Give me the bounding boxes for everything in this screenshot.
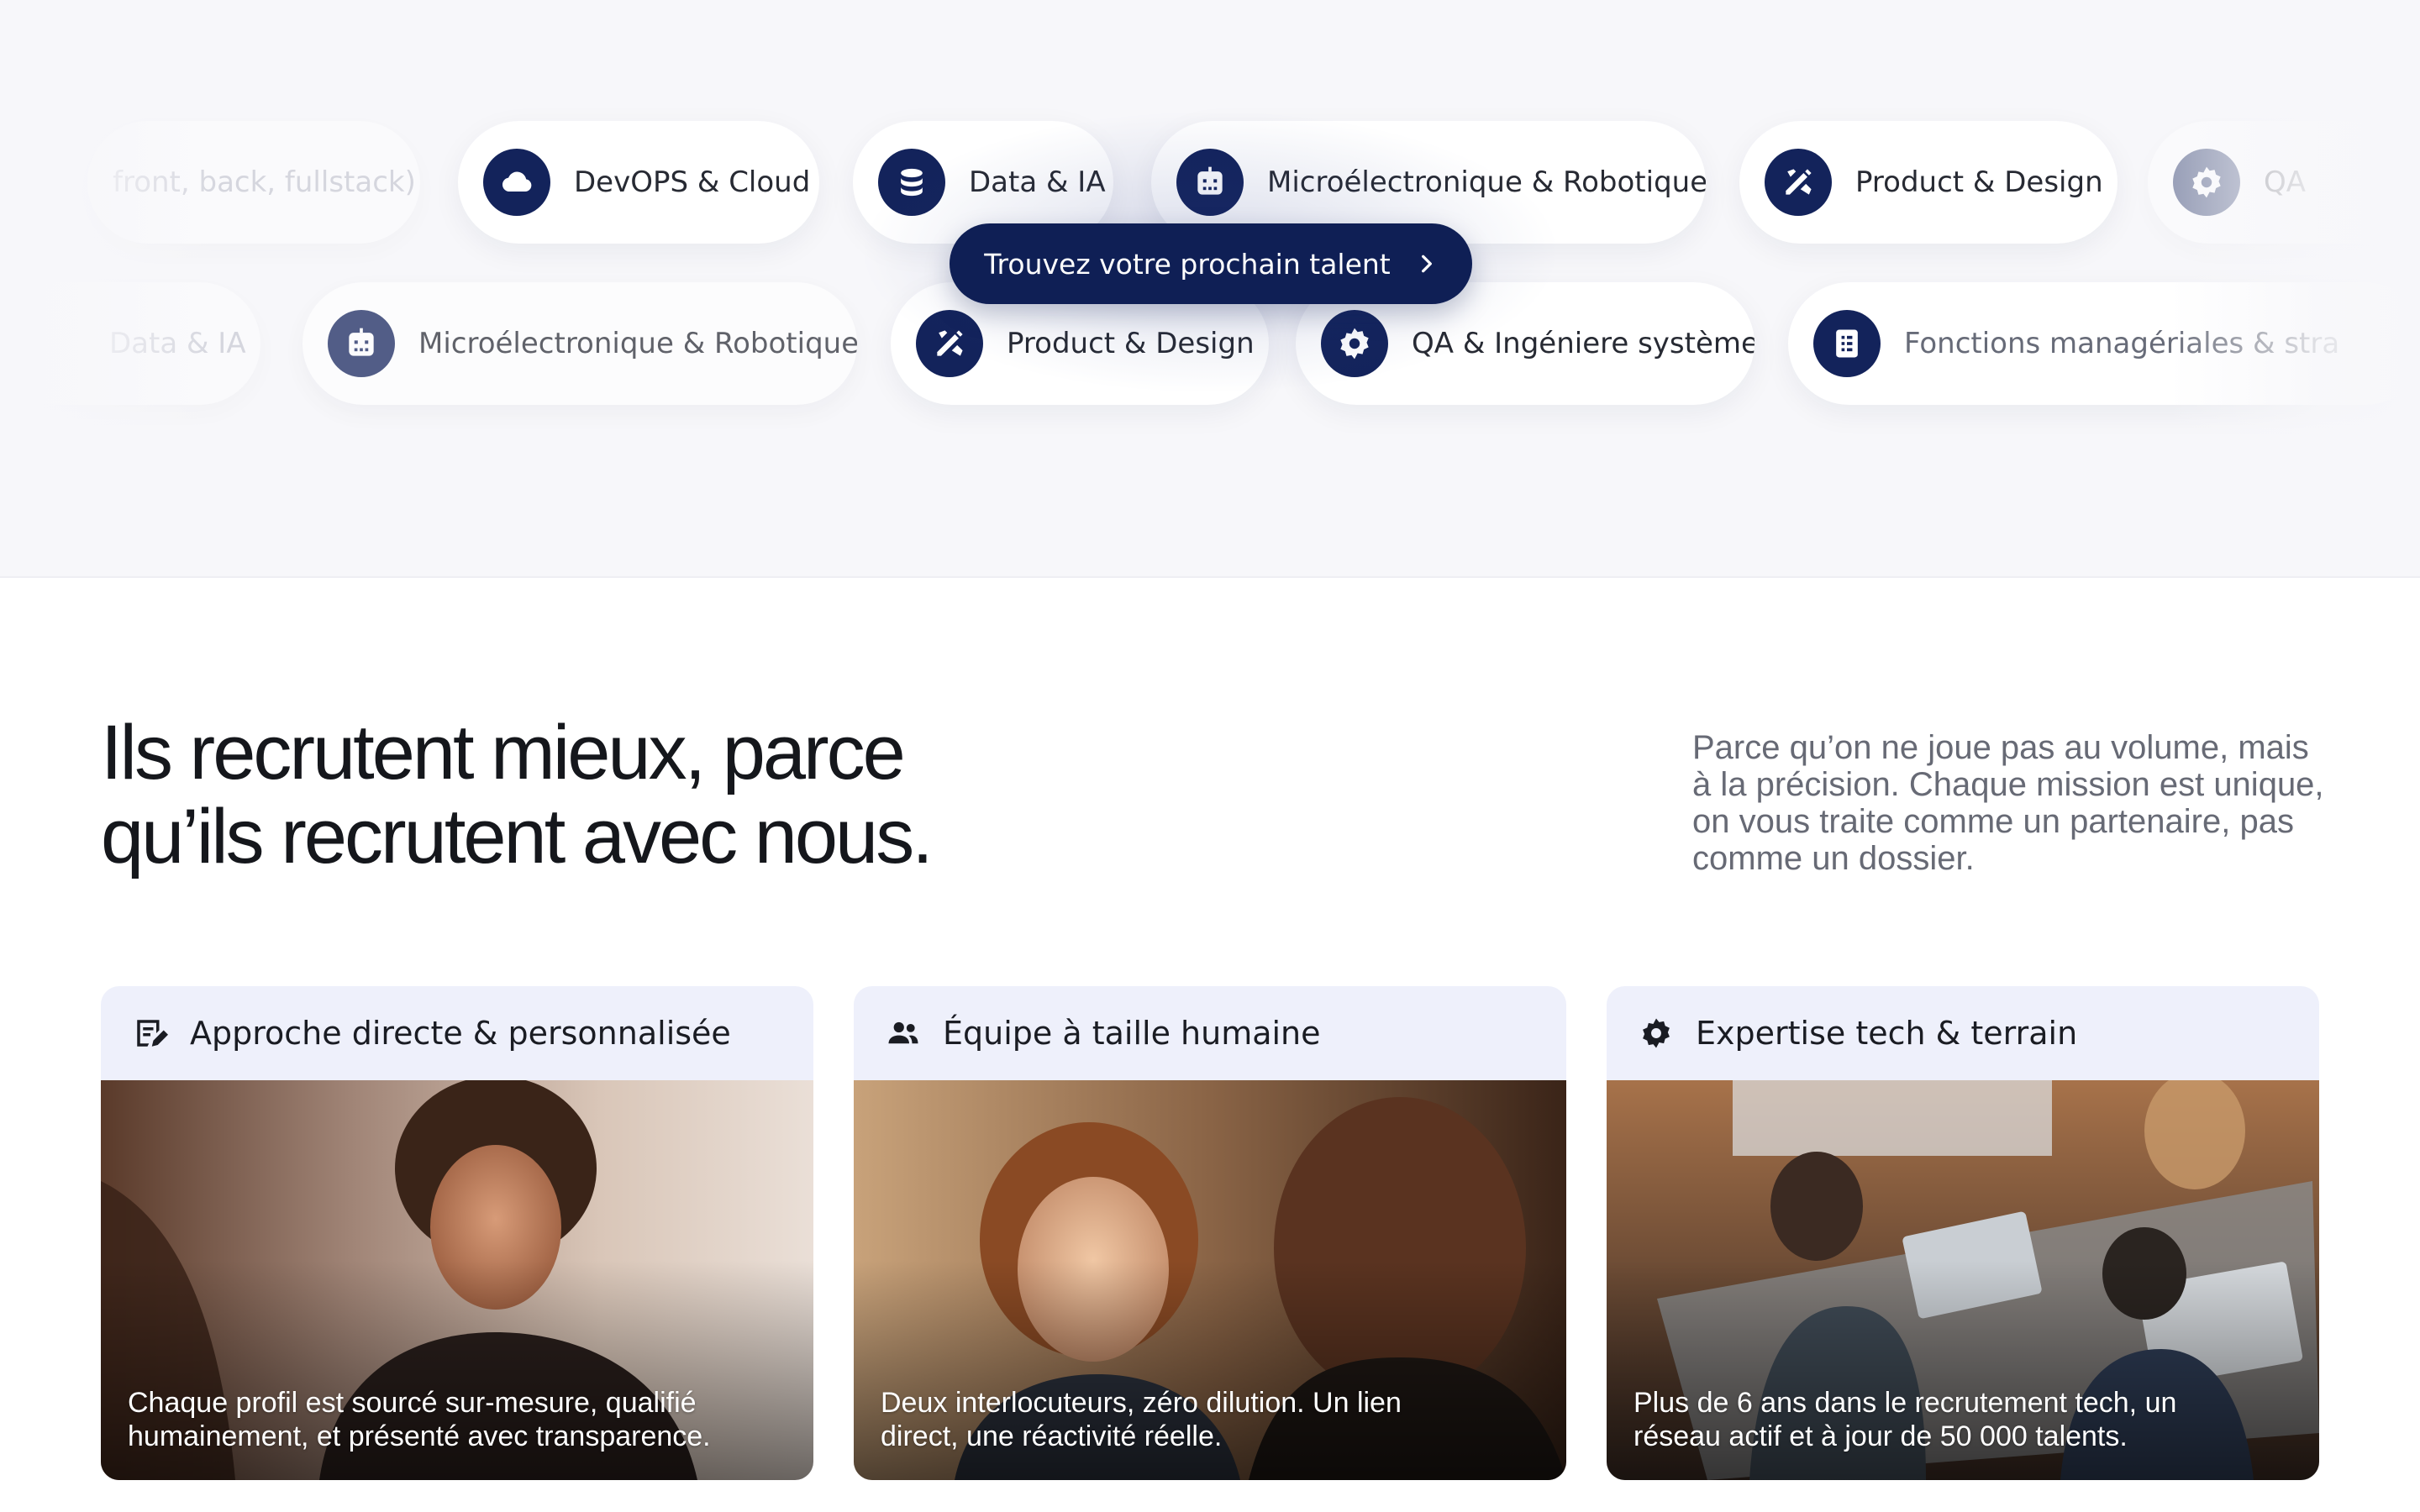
document-icon <box>1813 310 1881 377</box>
card-caption: Plus de 6 ans dans le recrutement tech, … <box>1634 1387 2177 1452</box>
people-icon <box>888 1021 918 1044</box>
card-header: Expertise tech & terrain <box>1607 986 2319 1080</box>
section-headline: Ils recrutent mieux, parce qu’ils recrut… <box>101 710 934 879</box>
chip-label: front, back, fullstack) <box>113 165 416 199</box>
feature-card-approche: Approche directe & personnalisée Chaque … <box>101 986 813 1480</box>
feature-card-equipe: Équipe à taille humaine Deux interlocute… <box>854 986 1566 1480</box>
expertise-marquee: front, back, fullstack) DevOPS & Cloud D… <box>0 0 2420 578</box>
chip-label: Product & Design <box>1007 327 1255 360</box>
chip-label: Data & IA <box>109 327 246 360</box>
gear-icon <box>1643 1018 1670 1048</box>
section-subtext: Parce qu’on ne joue pas au volume, mais … <box>1692 729 2324 877</box>
chip-fonctions-manageriales[interactable]: Fonctions managériales & stra <box>1788 282 2420 405</box>
edit-note-icon <box>137 1020 168 1047</box>
card-title: Expertise tech & terrain <box>1696 1015 2078 1052</box>
chip-label: QA <box>2264 165 2307 199</box>
chip-label: DevOPS & Cloud <box>574 165 811 199</box>
card-header: Approche directe & personnalisée <box>101 986 813 1080</box>
find-talent-button[interactable]: Trouvez votre prochain talent <box>950 223 1472 304</box>
card-title: Équipe à taille humaine <box>943 1015 1321 1052</box>
design-tools-icon <box>1765 149 1832 216</box>
chip-product-design[interactable]: Product & Design <box>1739 121 2118 244</box>
portrait-photo: Chaque profil est sourcé sur-mesure, qua… <box>101 1080 813 1480</box>
card-caption: Chaque profil est sourcé sur-mesure, qua… <box>128 1387 711 1452</box>
chevron-right-icon <box>1421 255 1432 273</box>
chip-label: Product & Design <box>1855 165 2103 199</box>
chip-label: Microélectronique & Robotique <box>418 327 857 360</box>
robot-icon <box>328 310 395 377</box>
chip-microelectronique-robotique[interactable]: Microélectronique & Robotique <box>302 282 857 405</box>
headline-line-1: Ils recrutent mieux, parce <box>101 710 906 795</box>
find-talent-label: Trouvez votre prochain talent <box>984 247 1391 281</box>
card-title: Approche directe & personnalisée <box>190 1015 731 1052</box>
chip-label: QA & Ingéniere système <box>1412 327 1754 360</box>
database-icon <box>878 149 945 216</box>
chip-fullstack[interactable]: front, back, fullstack) <box>87 121 420 244</box>
chip-label: Fonctions managériales & stra <box>1904 327 2340 360</box>
cloud-icon <box>483 149 550 216</box>
card-header: Équipe à taille humaine <box>854 986 1566 1080</box>
chip-label: Data & IA <box>969 165 1106 199</box>
headline-line-2: qu’ils recrutent avec nous. <box>101 794 934 879</box>
card-caption: Deux interlocuteurs, zéro dilution. Un l… <box>881 1387 1402 1452</box>
gear-icon <box>2173 149 2240 216</box>
design-tools-icon <box>916 310 983 377</box>
gear-icon <box>1321 310 1388 377</box>
office-photo: Plus de 6 ans dans le recrutement tech, … <box>1607 1080 2319 1480</box>
chip-label: Microélectronique & Robotique <box>1267 165 1706 199</box>
chip-qa[interactable]: QA <box>2148 121 2420 244</box>
team-photo: Deux interlocuteurs, zéro dilution. Un l… <box>854 1080 1566 1480</box>
chip-data-ia[interactable]: Data & IA <box>0 282 260 405</box>
robot-icon <box>1176 149 1244 216</box>
chip-devops-cloud[interactable]: DevOPS & Cloud <box>458 121 819 244</box>
feature-card-expertise: Expertise tech & terrain Plus de 6 ans d… <box>1607 986 2319 1480</box>
